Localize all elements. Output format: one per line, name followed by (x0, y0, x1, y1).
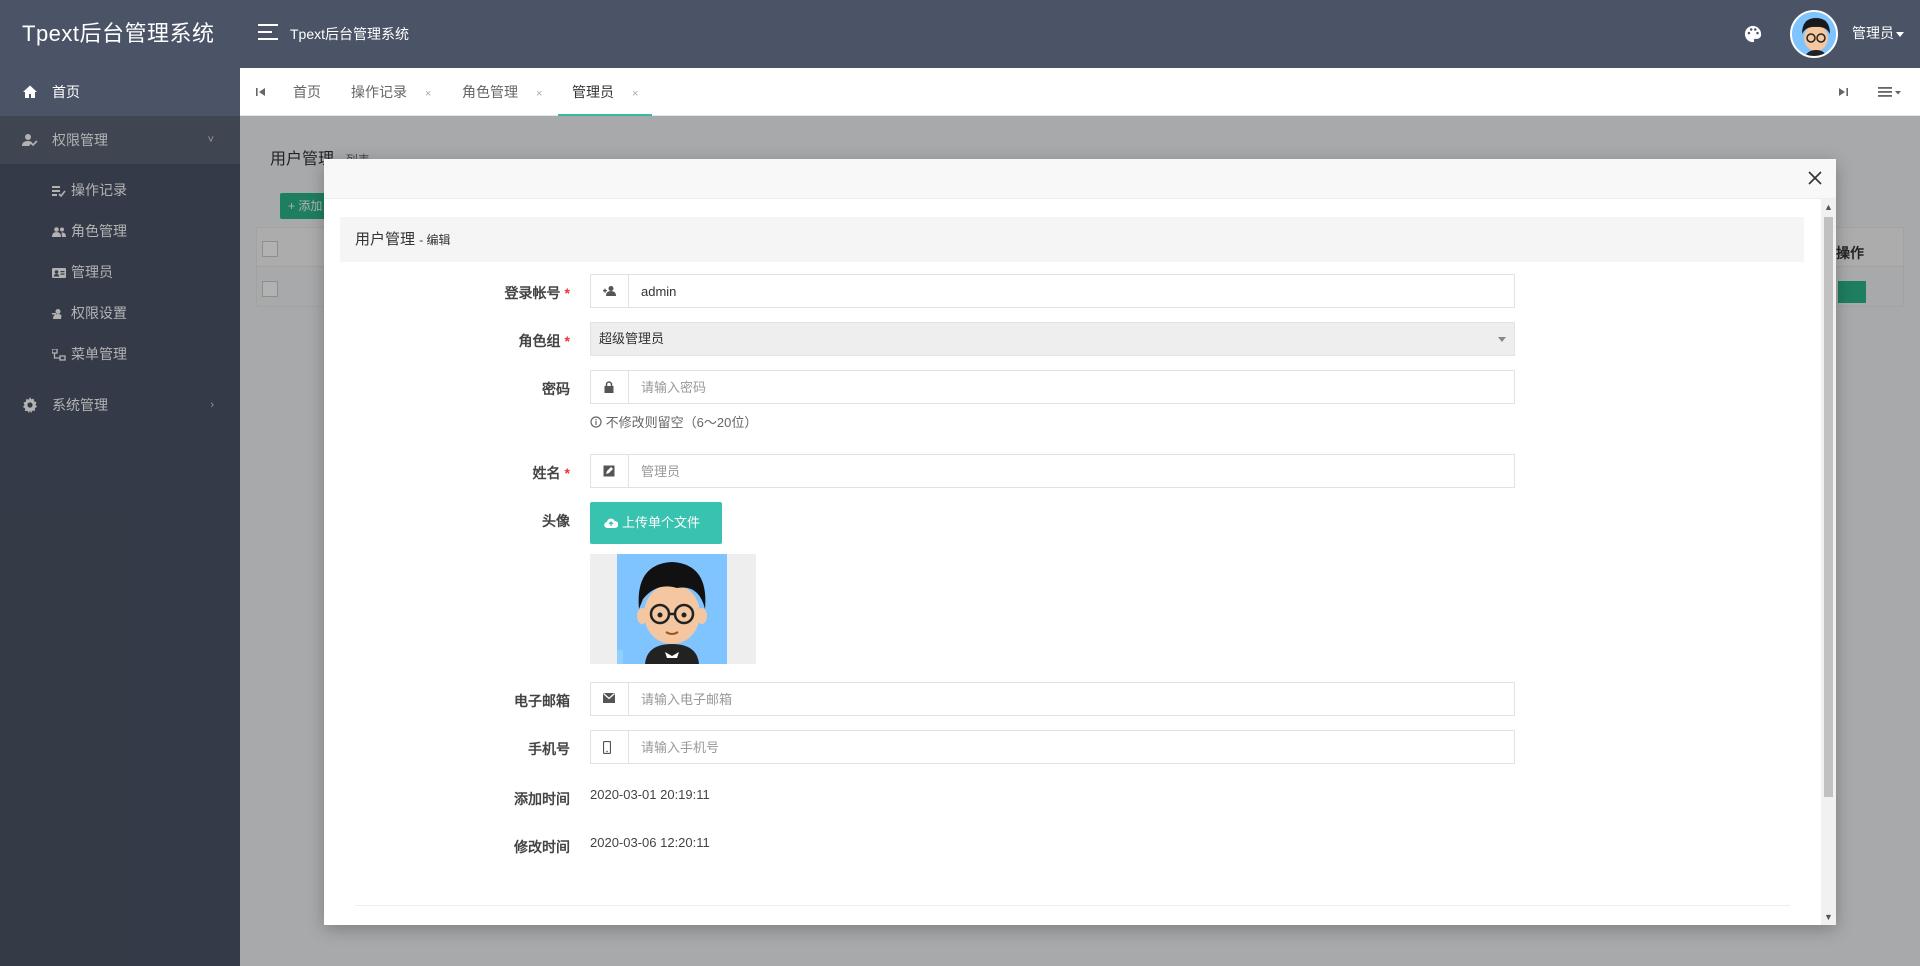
close-icon[interactable]: × (632, 88, 638, 100)
name-field (590, 454, 1515, 488)
updated-label: 修改时间 (514, 839, 570, 855)
name-label: 姓名 * (532, 465, 570, 481)
updated-value: 2020-03-06 12:20:11 (590, 835, 710, 850)
menu-toggle-icon[interactable] (258, 24, 278, 44)
name-input[interactable] (641, 455, 1501, 487)
close-icon[interactable] (1808, 171, 1822, 185)
divider (355, 905, 1790, 906)
edit-modal: 用户管理 - 编辑 登录帐号* 角色组* 超级管理员 密码 (324, 159, 1836, 925)
tab-menu-icon[interactable] (1878, 85, 1902, 99)
phone-label: 手机号 (528, 741, 570, 757)
close-icon[interactable]: × (425, 88, 431, 100)
scroll-down-icon[interactable]: ▼ (1824, 912, 1833, 922)
caret-down-icon (1896, 31, 1904, 37)
user-menu[interactable]: 管理员 (1852, 0, 1904, 68)
scrollbar-thumb[interactable] (1824, 217, 1833, 797)
skip-forward-icon[interactable] (1836, 85, 1850, 99)
avatar-image (617, 554, 727, 664)
cloud-upload-icon (604, 518, 618, 529)
tab-roles[interactable]: 角色管理 × (462, 68, 542, 116)
form-title: 用户管理 - 编辑 (340, 217, 1804, 262)
password-label: 密码 (542, 381, 570, 397)
tab-home[interactable]: 首页 (293, 68, 321, 116)
email-field (590, 682, 1515, 716)
tab-bar: 首页 操作记录 × 角色管理 × 管理员 × (240, 68, 1920, 116)
password-help: 不修改则留空（6～20位） (590, 412, 757, 431)
user-plus-icon (591, 275, 629, 307)
upload-button[interactable]: 上传单个文件 (590, 502, 722, 544)
lock-icon (591, 371, 629, 403)
username-input[interactable] (641, 275, 1501, 307)
tab-operation-log[interactable]: 操作记录 × (351, 68, 431, 116)
brand-logo[interactable]: Tpext后台管理系统 (0, 0, 240, 68)
username-field (590, 274, 1515, 308)
phone-field (590, 730, 1515, 764)
caret-down-icon (1498, 337, 1506, 342)
phone-input[interactable] (641, 731, 1501, 763)
user-avatar[interactable] (1790, 10, 1838, 58)
role-select[interactable]: 超级管理员 (590, 322, 1515, 356)
top-header: Tpext后台管理系统 Tpext后台管理系统 管理员 (0, 0, 1920, 68)
tab-admins[interactable]: 管理员 × (558, 68, 653, 116)
modal-header (324, 159, 1836, 199)
modal-scrollbar[interactable]: ▲ ▼ (1821, 199, 1836, 925)
avatar-preview[interactable] (590, 554, 756, 664)
palette-icon[interactable] (1744, 25, 1762, 43)
role-select-value: 超级管理员 (599, 331, 665, 346)
home-icon (23, 85, 37, 98)
edit-icon (591, 455, 629, 487)
created-label: 添加时间 (514, 791, 570, 807)
email-label: 电子邮箱 (514, 693, 570, 709)
mobile-icon (591, 731, 629, 763)
header-title: Tpext后台管理系统 (290, 26, 410, 42)
skip-back-icon[interactable] (254, 85, 268, 99)
user-form: 用户管理 - 编辑 登录帐号* 角色组* 超级管理员 密码 (340, 217, 1804, 925)
envelope-icon (591, 683, 629, 715)
sidebar-item-home[interactable]: 首页 (0, 68, 240, 116)
email-input[interactable] (641, 683, 1501, 715)
username-label: 登录帐号 * (504, 285, 570, 301)
password-input[interactable] (641, 371, 1501, 403)
modal-body: 用户管理 - 编辑 登录帐号* 角色组* 超级管理员 密码 (324, 199, 1836, 925)
password-field (590, 370, 1515, 404)
close-icon[interactable]: × (536, 88, 542, 100)
avatar-label: 头像 (542, 513, 570, 529)
scroll-up-icon[interactable]: ▲ (1824, 202, 1833, 212)
role-label: 角色组 * (518, 333, 570, 349)
info-icon (590, 416, 602, 428)
created-value: 2020-03-01 20:19:11 (590, 787, 710, 802)
